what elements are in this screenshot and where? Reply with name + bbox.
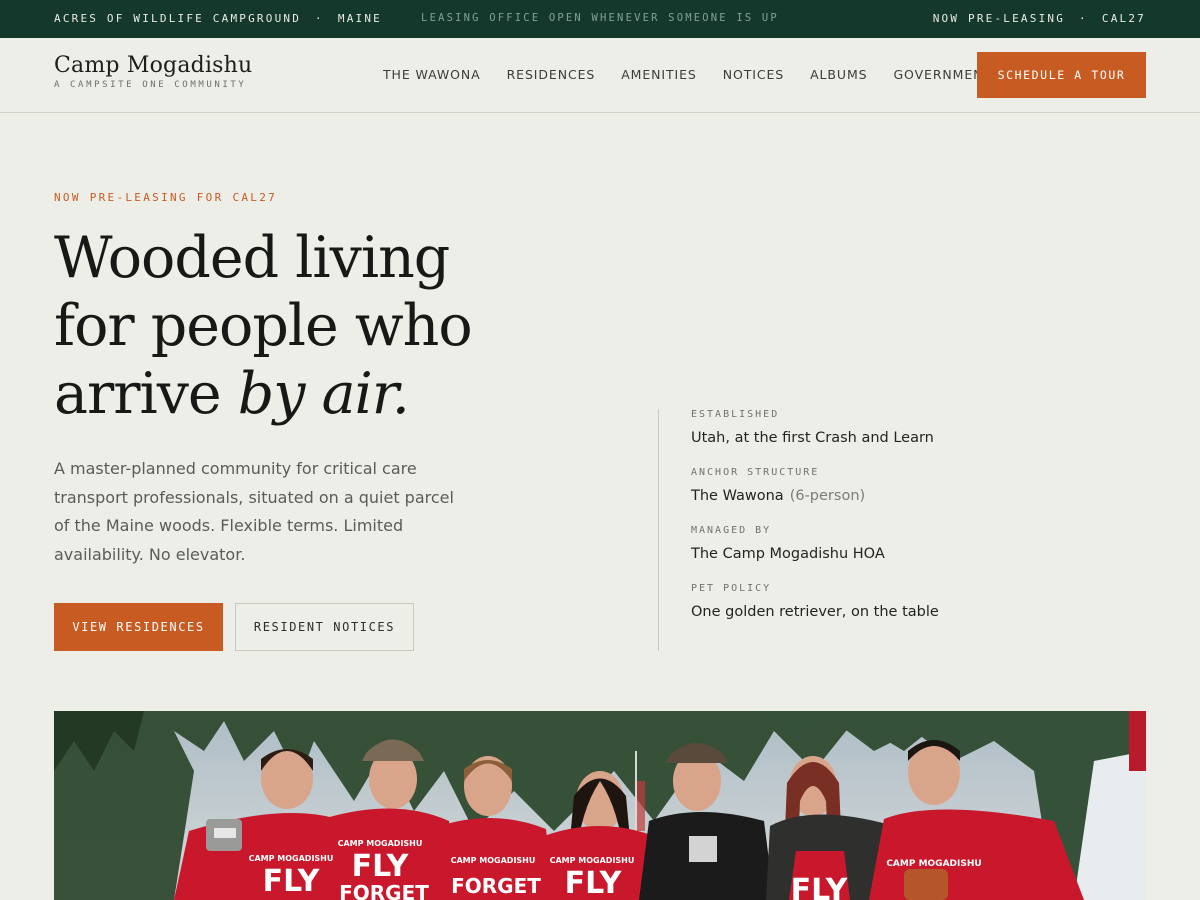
shirt-text-top: CAMP MOGADISHU	[451, 856, 536, 865]
nav-item-notices[interactable]: NOTICES	[723, 67, 784, 82]
shirt-text-main: FLY	[263, 864, 321, 899]
fact-note: (6-person)	[789, 488, 866, 504]
fact-label: ANCHOR STRUCTURE	[691, 467, 820, 478]
fact-managed-by: MANAGED BY The Camp Mogadishu HOA	[691, 525, 1146, 562]
nav-item-the-wawona[interactable]: THE WAWONA	[383, 67, 481, 82]
shirt-text-main: FLY	[791, 873, 849, 900]
fact-value: Utah, at the first Crash and Learn	[691, 430, 934, 446]
shirt-text-top: CAMP MOGADISHU	[338, 839, 423, 848]
shirt-text-top: CAMP MOGADISHU	[886, 859, 981, 869]
fact-value: The Camp Mogadishu HOA	[691, 546, 885, 562]
fact-label: MANAGED BY	[691, 525, 772, 536]
fact-pet-policy: PET POLICY One golden retriever, on the …	[691, 583, 1146, 620]
hero-description: A master-planned community for critical …	[54, 459, 454, 565]
headline-italic: by air.	[237, 361, 410, 427]
cal-year-label: CAL27	[1101, 12, 1146, 25]
separator-dot: ·	[1079, 12, 1088, 25]
fact-label: PET POLICY	[691, 583, 772, 594]
nav-item-albums[interactable]: ALBUMS	[810, 67, 867, 82]
nav-item-residences[interactable]: RESIDENCES	[507, 67, 596, 82]
fact-value: One golden retriever, on the table	[691, 604, 939, 620]
hero-headline: Wooded living for people who arrive by a…	[54, 224, 574, 428]
shirt-text-top: CAMP MOGADISHU	[550, 856, 635, 865]
announcement-bar: ACRES OF WILDLIFE CAMPGROUND · MAINE LEASI…	[0, 0, 1200, 38]
fact-value: The Wawona (6-person)	[691, 488, 1146, 504]
pre-leasing-label: NOW PRE-LEASING	[932, 12, 1066, 25]
nav-item-amenities[interactable]: AMENITIES	[621, 67, 697, 82]
fact-established: ESTABLISHED Utah, at the first Crash and…	[691, 409, 1146, 446]
fact-value-text: The Wawona	[691, 488, 784, 504]
shirt-text-main: FLY	[352, 849, 410, 884]
main-nav: THE WAWONA RESIDENCES AMENITIES NOTICES …	[383, 67, 1018, 82]
group-photo: CAMP MOGADISHU FLY CAMP MOGADISHU FLY FO…	[54, 711, 1146, 900]
shirt-text-sub: FORGET	[339, 881, 429, 900]
headline-plain: arrive	[54, 361, 238, 427]
shirt-text-main: FLY	[565, 866, 623, 900]
fact-anchor-structure: ANCHOR STRUCTURE The Wawona (6-person)	[691, 467, 1146, 504]
headline-line-2: for people who	[54, 293, 473, 359]
shirt-text-top: CAMP MOGADISHU	[249, 854, 334, 863]
headline-line-3: arrive by air.	[54, 360, 574, 428]
leasing-status: NOW PRE-LEASING · CAL27	[933, 12, 1146, 25]
resident-notices-button[interactable]: RESIDENT NOTICES	[235, 603, 414, 651]
group-photo-illustration: CAMP MOGADISHU FLY CAMP MOGADISHU FLY FO…	[54, 711, 1146, 900]
schedule-tour-button[interactable]: SCHEDULE A TOUR	[977, 52, 1146, 98]
brand-logo-link[interactable]: Camp Mogadishu A CAMPSITE ONE COMMUNITY	[54, 53, 252, 90]
fact-label: ESTABLISHED	[691, 409, 780, 420]
hero-eyebrow: NOW PRE-LEASING FOR CAL27	[54, 191, 278, 204]
headline-line-1: Wooded living	[54, 225, 450, 291]
community-facts: ESTABLISHED Utah, at the first Crash and…	[658, 409, 1146, 651]
view-residences-button[interactable]: VIEW RESIDENCES	[54, 603, 223, 651]
shirt-text-sub: FORGET	[451, 874, 541, 898]
brand-name: Camp Mogadishu	[54, 53, 253, 78]
site-header: Camp Mogadishu A CAMPSITE ONE COMMUNITY …	[0, 38, 1200, 113]
brand-tagline: A CAMPSITE ONE COMMUNITY	[54, 80, 247, 90]
